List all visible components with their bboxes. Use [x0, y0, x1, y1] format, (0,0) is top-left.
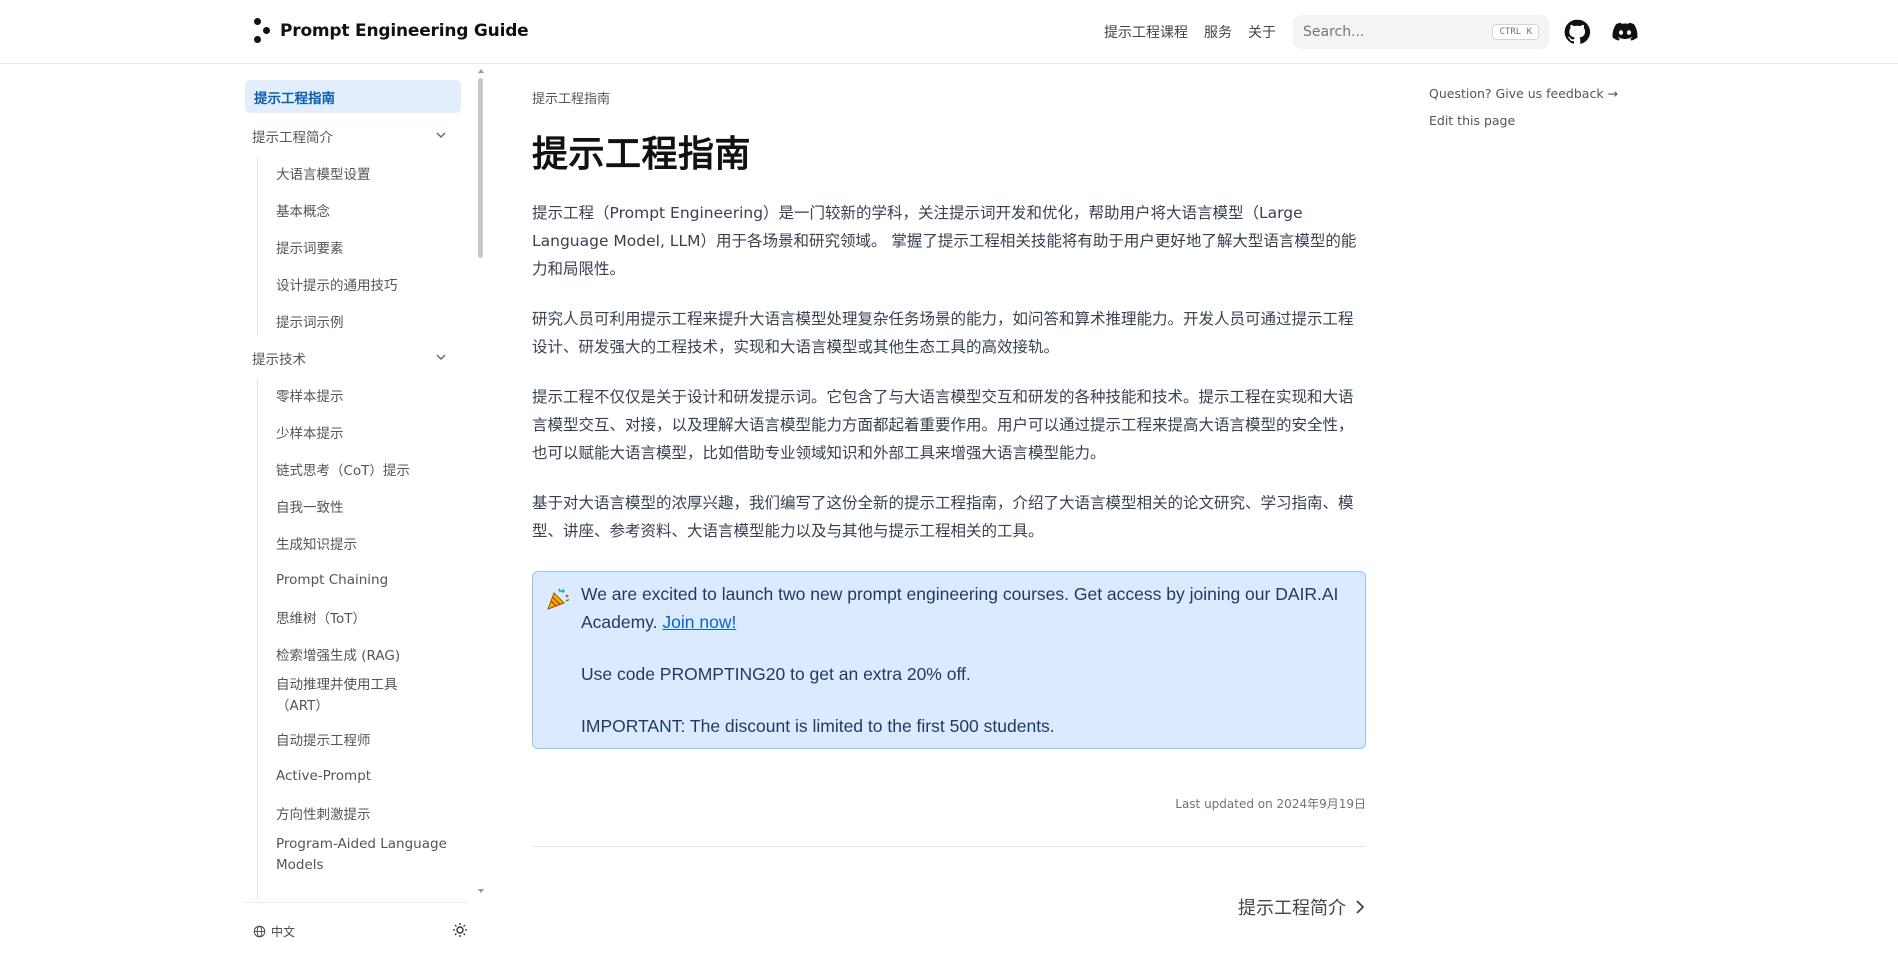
- paragraph: 研究人员可利用提示工程来提升大语言模型处理复杂任务场景的能力，如问答和算术推理能…: [532, 310, 1354, 356]
- sidebar-scroll-thumb[interactable]: [478, 78, 483, 258]
- github-icon[interactable]: [1563, 18, 1591, 46]
- chevron-down-icon: [436, 132, 446, 138]
- sidebar-section-techniques[interactable]: 提示技术: [243, 339, 459, 376]
- callout-line: IMPORTANT: The discount is limited to th…: [581, 716, 1055, 736]
- edit-page-link[interactable]: Edit this page: [1429, 113, 1618, 140]
- site-logo-link[interactable]: Prompt Engineering Guide: [252, 18, 529, 44]
- logo-icon: [252, 18, 272, 44]
- language-label: 中文: [271, 925, 296, 939]
- right-toc: Question? Give us feedback → Edit this p…: [1429, 86, 1618, 140]
- sidebar-item[interactable]: 零样本提示: [243, 376, 459, 413]
- paragraph: 提示工程不仅仅是关于设计和研发提示词。它包含了与大语言模型交互和研发的各种技能和…: [532, 388, 1354, 462]
- sidebar-section-label: 提示工程简介: [252, 129, 333, 146]
- globe-icon: [253, 925, 266, 938]
- callout-line: Use code PROMPTING20 to get an extra 20%…: [581, 664, 971, 684]
- nav-link-services[interactable]: 服务: [1204, 22, 1232, 42]
- sidebar-section-label: 提示技术: [252, 351, 306, 368]
- sun-icon[interactable]: [452, 922, 468, 938]
- search-input[interactable]: [1303, 24, 1493, 40]
- search-box[interactable]: CTRL K: [1293, 15, 1549, 49]
- nav-link-about[interactable]: 关于: [1248, 22, 1276, 42]
- feedback-link[interactable]: Question? Give us feedback →: [1429, 86, 1618, 113]
- divider: [532, 846, 1366, 847]
- language-switcher[interactable]: 中文: [253, 923, 295, 940]
- sidebar-item[interactable]: 提示词要素: [243, 228, 459, 265]
- sidebar-item[interactable]: 自动推理并使用工具（ART）: [243, 672, 459, 720]
- sidebar-nav: 提示工程指南 提示工程简介 大语言模型设置 基本概念 提示词要素 设计提示的通用…: [243, 70, 483, 900]
- sidebar-section-intro[interactable]: 提示工程简介: [243, 117, 459, 154]
- breadcrumb: 提示工程指南: [532, 92, 611, 107]
- sidebar-item[interactable]: 方向性刺激提示: [243, 794, 459, 831]
- next-page-label: 提示工程简介: [1238, 898, 1346, 919]
- nav-link-courses[interactable]: 提示工程课程: [1104, 22, 1188, 42]
- sidebar-footer: 中文: [243, 902, 468, 962]
- sidebar-item[interactable]: 自动提示工程师: [243, 720, 459, 757]
- sidebar-subgroup: 零样本提示 少样本提示 链式思考（CoT）提示 自我一致性 生成知识提示 Pro…: [243, 376, 483, 900]
- page-title: 提示工程指南: [532, 134, 752, 175]
- sidebar-item[interactable]: 设计提示的通用技巧: [243, 265, 459, 302]
- sidebar-item[interactable]: 自我一致性: [243, 487, 459, 524]
- sidebar-item[interactable]: 检索增强生成 (RAG): [243, 635, 459, 672]
- chevron-down-icon: [436, 354, 446, 360]
- sidebar-item[interactable]: 基本概念: [243, 191, 459, 228]
- sidebar-item-active[interactable]: 提示工程指南: [245, 80, 461, 113]
- discord-icon[interactable]: [1611, 18, 1639, 46]
- sidebar-item[interactable]: 生成知识提示: [243, 524, 459, 561]
- last-updated: Last updated on 2024年9月19日: [1175, 797, 1366, 811]
- announcement-callout: We are excited to launch two new prompt …: [532, 571, 1366, 749]
- sidebar-item[interactable]: Active-Prompt: [243, 757, 459, 794]
- callout-text: We are excited to launch two new prompt …: [581, 580, 1349, 740]
- main-content: 提示工程指南 提示工程指南 提示工程（Prompt Engineering）是一…: [532, 70, 1366, 919]
- callout-paragraph: We are excited to launch two new prompt …: [581, 580, 1349, 636]
- scroll-up-arrow-icon[interactable]: [478, 68, 484, 74]
- top-navbar: Prompt Engineering Guide 提示工程课程 服务 关于 CT…: [0, 0, 1898, 64]
- sidebar-item[interactable]: Program-Aided Language Models: [243, 831, 459, 879]
- site-title: Prompt Engineering Guide: [280, 21, 529, 41]
- sidebar-item[interactable]: Prompt Chaining: [243, 561, 459, 598]
- scroll-down-arrow-icon[interactable]: [478, 888, 484, 894]
- paragraph: 基于对大语言模型的浓厚兴趣，我们编写了这份全新的提示工程指南，介绍了大语言模型相…: [532, 494, 1354, 540]
- join-now-link[interactable]: Join now!: [662, 612, 736, 632]
- paragraph: 提示工程（Prompt Engineering）是一门较新的学科，关注提示词开发…: [532, 204, 1357, 278]
- sidebar-item[interactable]: 提示词示例: [243, 302, 459, 339]
- sidebar-item[interactable]: 思维树（ToT）: [243, 598, 459, 635]
- party-popper-icon: [547, 588, 570, 610]
- search-shortcut-badge: CTRL K: [1492, 24, 1539, 40]
- sidebar-item[interactable]: 大语言模型设置: [243, 154, 459, 191]
- article-body: 提示工程（Prompt Engineering）是一门较新的学科，关注提示词开发…: [532, 199, 1366, 545]
- next-page-link[interactable]: 提示工程简介: [1238, 894, 1366, 920]
- top-nav-links: 提示工程课程 服务 关于: [1104, 22, 1276, 42]
- sidebar-item[interactable]: 少样本提示: [243, 413, 459, 450]
- sidebar-item[interactable]: 链式思考（CoT）提示: [243, 450, 459, 487]
- chevron-right-icon: [1356, 900, 1365, 914]
- sidebar-subgroup: 大语言模型设置 基本概念 提示词要素 设计提示的通用技巧 提示词示例: [243, 154, 483, 339]
